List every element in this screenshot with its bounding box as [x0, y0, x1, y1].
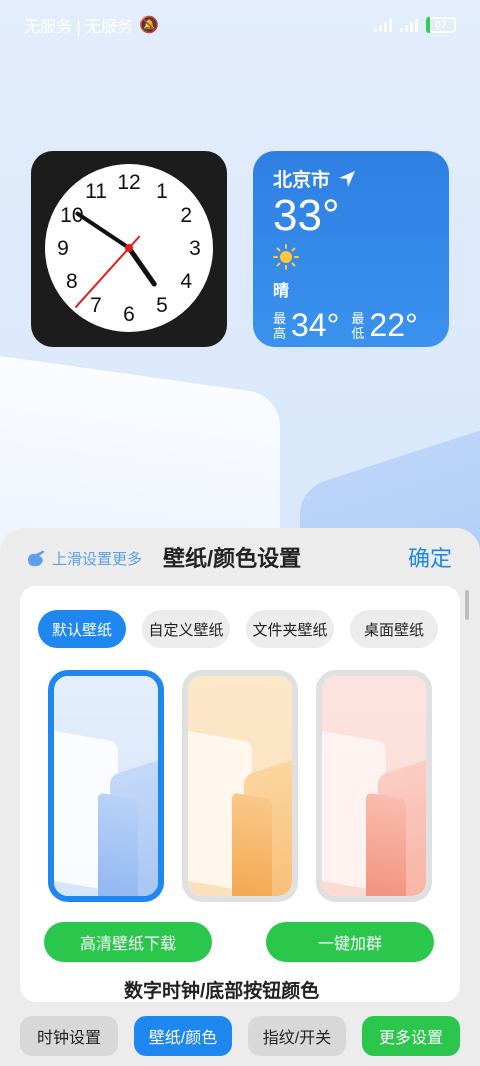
more-settings-button[interactable]: 更多设置: [362, 1016, 460, 1056]
high-temp: 34°: [291, 307, 340, 343]
clock-numeral-3: 3: [189, 237, 201, 260]
clock-numeral-12: 12: [117, 171, 140, 194]
join-group-button[interactable]: 一键加群: [266, 922, 434, 962]
status-right: 07: [374, 17, 456, 33]
status-bar: 无服务 | 无服务 🔕 07: [0, 0, 480, 50]
next-section-title: 数字时钟/底部按钮颜色: [124, 981, 320, 1002]
weather-city-row: 北京市: [273, 165, 429, 192]
weather-widget[interactable]: 北京市 33° 晴 最高 34° 最低 22°: [253, 151, 449, 347]
weather-condition: 晴: [273, 283, 290, 300]
tab-desktop-wallpaper[interactable]: 桌面壁纸: [350, 610, 438, 648]
clock-numeral-4: 4: [180, 270, 192, 293]
bottom-nav: 时钟设置 壁纸/颜色 指纹/开关 更多设置: [20, 1016, 460, 1056]
location-arrow-icon: [339, 170, 356, 187]
swipe-hand-icon: [28, 550, 45, 566]
status-left: 无服务 | 无服务 🔕: [24, 13, 159, 37]
confirm-button[interactable]: 确定: [408, 541, 452, 573]
clock-numeral-11: 11: [85, 180, 107, 203]
tab-custom-wallpaper[interactable]: 自定义壁纸: [142, 610, 230, 648]
clock-numeral-9: 9: [57, 237, 69, 260]
wallpaper-card: 默认壁纸 自定义壁纸 文件夹壁纸 桌面壁纸 高清壁纸下载 一键加群 数字时钟/底…: [20, 586, 460, 1002]
low-label: 最低: [351, 310, 365, 341]
clock-numeral-7: 7: [90, 294, 102, 317]
fingerprint-switch-button[interactable]: 指纹/开关: [248, 1016, 346, 1056]
weather-city: 北京市: [273, 170, 331, 191]
swipe-hint-text: 上滑设置更多: [52, 551, 143, 568]
high-label: 最高: [273, 310, 287, 341]
carrier-text: 无服务 | 无服务: [24, 19, 134, 36]
settings-panel: 上滑设置更多 壁纸/颜色设置 确定 默认壁纸 自定义壁纸 文件夹壁纸 桌面壁纸: [0, 528, 480, 1066]
wallpaper-color-button[interactable]: 壁纸/颜色: [134, 1016, 232, 1056]
swipe-hint[interactable]: 上滑设置更多: [26, 548, 142, 569]
clock-center: [125, 244, 133, 252]
clock-settings-button[interactable]: 时钟设置: [20, 1016, 118, 1056]
clock-numeral-1: 1: [156, 180, 168, 203]
signal-icon-2: [400, 18, 418, 32]
sun-icon: [273, 244, 429, 275]
hd-wallpaper-download-button[interactable]: 高清壁纸下载: [44, 922, 212, 962]
battery-level: 07: [434, 19, 448, 31]
battery-icon: 07: [426, 17, 456, 33]
wallpaper-tabs: 默认壁纸 自定义壁纸 文件夹壁纸 桌面壁纸: [38, 610, 438, 648]
clock-numeral-5: 5: [156, 294, 168, 317]
tab-default-wallpaper[interactable]: 默认壁纸: [38, 610, 126, 648]
wallpaper-option-orange[interactable]: [182, 670, 298, 902]
clock-face: 12 1234567891011: [45, 164, 213, 332]
low-temp: 22°: [369, 307, 418, 343]
signal-icon: [374, 18, 392, 32]
clock-numeral-8: 8: [66, 270, 78, 293]
analog-clock-widget[interactable]: 12 1 2 3 4 5 6 7 8 9 10 11: [31, 151, 227, 347]
weather-temperature: 33°: [273, 191, 340, 240]
clock-numeral-2: 2: [180, 204, 192, 227]
mute-bell-icon: 🔕: [139, 17, 159, 34]
panel-title: 壁纸/颜色设置: [163, 546, 302, 571]
wallpaper-options: [48, 670, 432, 902]
wallpaper-option-blue[interactable]: [48, 670, 164, 902]
tab-folder-wallpaper[interactable]: 文件夹壁纸: [246, 610, 334, 648]
scrollbar[interactable]: [465, 590, 469, 620]
weather-range: 最高 34° 最低 22°: [273, 307, 429, 344]
wallpaper-option-pink[interactable]: [316, 670, 432, 902]
clock-numeral-6: 6: [123, 303, 135, 326]
